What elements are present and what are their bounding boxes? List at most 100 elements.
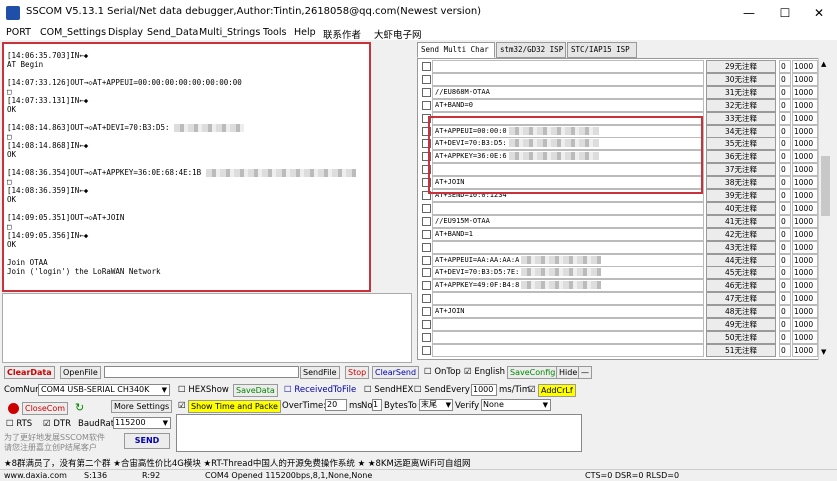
row-delay-input[interactable]: 1000: [792, 292, 818, 306]
tab-stm32-isp[interactable]: stm32/GD32 ISP: [496, 42, 566, 58]
row-delay-input[interactable]: 1000: [792, 266, 818, 280]
row-checkbox[interactable]: [422, 242, 431, 252]
row-command-input[interactable]: [432, 318, 704, 331]
english-checkbox[interactable]: ☑ English: [464, 367, 505, 377]
row-delay-input[interactable]: 1000: [792, 124, 818, 138]
minimize-button[interactable]: —: [731, 0, 767, 26]
hex-show-checkbox[interactable]: ☐ HEXShow: [178, 385, 229, 395]
row-command-input[interactable]: AT+JOIN: [432, 305, 704, 319]
menu-tools[interactable]: Tools: [263, 27, 286, 38]
row-checkbox[interactable]: [422, 307, 431, 317]
row-order-input[interactable]: 0: [779, 318, 791, 331]
clear-data-button[interactable]: ClearData: [4, 366, 55, 379]
row-order-input[interactable]: 0: [779, 266, 791, 280]
row-send-button[interactable]: 44无注释: [706, 253, 776, 267]
status-url[interactable]: www.daxia.com: [4, 470, 67, 481]
row-send-button[interactable]: 34无注释: [706, 124, 776, 138]
row-checkbox[interactable]: [422, 229, 431, 239]
row-send-button[interactable]: 32无注释: [706, 98, 776, 112]
scroll-up-icon[interactable]: ▲: [821, 60, 826, 68]
menu-contact-author[interactable]: 联系作者: [323, 27, 361, 41]
row-delay-input[interactable]: 1000: [792, 343, 818, 357]
menu-display[interactable]: Display: [108, 27, 143, 38]
send-hex-checkbox[interactable]: ☐ SendHEX: [364, 385, 413, 395]
row-delay-input[interactable]: 1000: [792, 60, 818, 73]
row-checkbox[interactable]: [422, 216, 431, 226]
byte-count-input[interactable]: 1: [372, 399, 382, 411]
hide-button[interactable]: Hide: [556, 366, 581, 379]
row-checkbox[interactable]: [422, 255, 431, 265]
row-send-button[interactable]: 46无注释: [706, 279, 776, 293]
row-checkbox[interactable]: [422, 87, 431, 97]
row-checkbox[interactable]: [422, 74, 431, 84]
save-config-button[interactable]: SaveConfig: [507, 366, 559, 379]
row-delay-input[interactable]: 1000: [792, 85, 818, 99]
row-send-button[interactable]: 33无注释: [706, 111, 776, 125]
file-path-input[interactable]: [104, 366, 299, 378]
row-command-input[interactable]: [432, 343, 704, 357]
row-order-input[interactable]: 0: [779, 253, 791, 267]
menu-help[interactable]: Help: [294, 27, 316, 38]
row-order-input[interactable]: 0: [779, 279, 791, 293]
row-checkbox[interactable]: [422, 332, 431, 342]
row-delay-input[interactable]: 1000: [792, 330, 818, 344]
row-command-input[interactable]: [432, 330, 704, 344]
collapse-button[interactable]: —: [578, 366, 592, 379]
receive-area[interactable]: [14:06:35.703]IN←◆ AT Begin [14:07:33.12…: [2, 42, 371, 292]
row-command-input[interactable]: //EU915M-OTAA: [432, 214, 704, 228]
row-send-button[interactable]: 48无注释: [706, 305, 776, 319]
vertical-scrollbar[interactable]: ▲ ▼: [818, 58, 832, 360]
row-delay-input[interactable]: 1000: [792, 72, 818, 86]
row-send-button[interactable]: 42无注释: [706, 227, 776, 241]
row-checkbox[interactable]: [422, 281, 431, 291]
row-checkbox[interactable]: [422, 268, 431, 278]
row-order-input[interactable]: 0: [779, 60, 791, 73]
row-delay-input[interactable]: 1000: [792, 150, 818, 164]
tail-select[interactable]: 末尾 ▼: [419, 399, 453, 411]
row-command-input[interactable]: //EU868M-OTAA: [432, 85, 704, 99]
promo-line-2[interactable]: 请您注册嘉立创P结尾客户: [4, 442, 97, 453]
row-order-input[interactable]: 0: [779, 111, 791, 125]
row-order-input[interactable]: 0: [779, 176, 791, 190]
menu-multi-strings[interactable]: Multi_Strings: [199, 27, 260, 38]
row-command-input[interactable]: [432, 201, 704, 215]
row-delay-input[interactable]: 1000: [792, 227, 818, 241]
stop-button[interactable]: Stop: [345, 366, 370, 379]
row-order-input[interactable]: 0: [779, 163, 791, 177]
row-send-button[interactable]: 40无注释: [706, 201, 776, 215]
row-delay-input[interactable]: 1000: [792, 305, 818, 319]
close-button[interactable]: ✕: [801, 0, 837, 26]
row-order-input[interactable]: 0: [779, 124, 791, 138]
more-settings-button[interactable]: More Settings: [111, 400, 173, 413]
show-time-checkbox[interactable]: ☑: [178, 401, 186, 411]
row-send-button[interactable]: 49无注释: [706, 318, 776, 331]
row-command-input[interactable]: [432, 240, 704, 254]
scroll-thumb[interactable]: [821, 156, 830, 216]
overtime-input[interactable]: 20: [325, 399, 347, 411]
save-data-button[interactable]: SaveData: [233, 384, 278, 397]
row-delay-input[interactable]: 1000: [792, 240, 818, 254]
row-order-input[interactable]: 0: [779, 72, 791, 86]
row-send-button[interactable]: 50无注释: [706, 330, 776, 344]
send-input[interactable]: [176, 414, 582, 452]
row-delay-input[interactable]: 1000: [792, 189, 818, 202]
send-button[interactable]: SEND: [124, 433, 170, 449]
row-send-button[interactable]: 38无注释: [706, 176, 776, 190]
verify-select[interactable]: None ▼: [481, 399, 551, 411]
row-checkbox[interactable]: [422, 62, 431, 71]
rts-checkbox[interactable]: ☐ RTS: [6, 419, 32, 429]
refresh-icon[interactable]: ↻: [75, 401, 84, 414]
row-checkbox[interactable]: [422, 294, 431, 304]
row-order-input[interactable]: 0: [779, 330, 791, 344]
row-send-button[interactable]: 47无注释: [706, 292, 776, 306]
row-order-input[interactable]: 0: [779, 240, 791, 254]
close-com-button[interactable]: CloseCom: [22, 402, 69, 415]
row-order-input[interactable]: 0: [779, 150, 791, 164]
clear-send-button[interactable]: ClearSend: [372, 366, 420, 379]
add-crlf-checkbox[interactable]: ☑: [528, 385, 536, 395]
row-send-button[interactable]: 31无注释: [706, 85, 776, 99]
row-order-input[interactable]: 0: [779, 98, 791, 112]
scroll-down-icon[interactable]: ▼: [821, 348, 826, 356]
row-delay-input[interactable]: 1000: [792, 137, 818, 151]
row-order-input[interactable]: 0: [779, 227, 791, 241]
